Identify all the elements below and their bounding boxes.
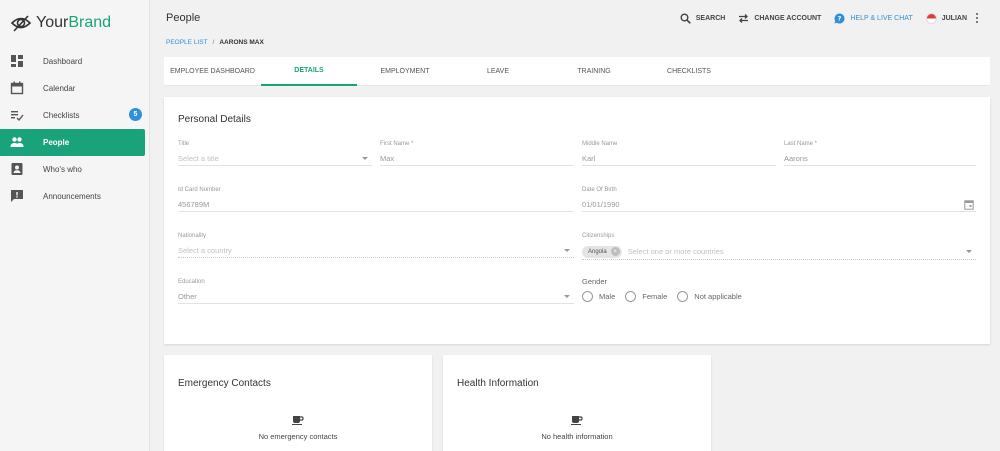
people-icon	[10, 137, 24, 147]
education-select[interactable]: Education Other	[178, 279, 574, 304]
first-name-field[interactable]: First Name * Max	[380, 141, 574, 166]
health-information-title: Health Information	[457, 378, 539, 389]
date-of-birth-field[interactable]: Date Of Birth 01/01/1990	[582, 187, 976, 212]
title-select[interactable]: Title Select a title	[178, 141, 372, 166]
tab-checklists[interactable]: CHECKLISTS	[645, 57, 733, 86]
personal-details-card: Personal Details Title Select a title Fi…	[164, 97, 990, 344]
remove-chip-icon[interactable]: ×	[610, 247, 620, 256]
change-account-button[interactable]: CHANGE ACCOUNT	[738, 13, 821, 24]
emergency-contacts-card: Emergency Contacts No emergency contacts	[164, 355, 432, 451]
sidebar-item-checklists[interactable]: Checklists 5	[0, 102, 150, 129]
radio-icon	[677, 291, 689, 302]
search-button[interactable]: SEARCH	[680, 13, 725, 24]
brand-name: YourBrand	[36, 14, 112, 31]
sidebar-item-whos-who[interactable]: Who's who	[0, 156, 150, 183]
checklists-count-badge: 5	[129, 108, 142, 121]
citizenship-chip: Angola ×	[582, 245, 622, 258]
emergency-contacts-empty-state: No emergency contacts	[164, 415, 432, 441]
coffee-cup-icon	[571, 416, 583, 425]
contact-card-icon	[11, 163, 23, 175]
sidebar-item-label: Who's who	[43, 165, 82, 174]
tab-bar: EMPLOYEE DASHBOARD DETAILS EMPLOYMENT LE…	[164, 57, 990, 86]
radio-icon	[582, 291, 593, 302]
calendar-icon[interactable]	[964, 199, 974, 210]
tab-leave[interactable]: LEAVE	[453, 57, 543, 86]
gender-not-applicable-radio[interactable]: Not applicable	[677, 291, 742, 302]
gender-female-radio[interactable]: Female	[625, 291, 667, 302]
search-icon	[680, 13, 691, 24]
gender-radio-group: Gender Male Female Not applicable	[582, 277, 976, 302]
chevron-down-icon	[362, 157, 368, 160]
flag-icon	[925, 12, 937, 24]
citizenships-select[interactable]: Citizenships Angola × Select one or more …	[582, 233, 976, 260]
brand-eye-icon	[10, 15, 32, 32]
radio-icon	[625, 291, 637, 302]
nationality-select[interactable]: Nationality Select a country	[178, 233, 574, 258]
health-information-card: Health Information No health information	[443, 355, 711, 451]
top-actions: SEARCH CHANGE ACCOUNT ? HELP & LIVE CHAT…	[667, 10, 980, 26]
help-icon: ?	[834, 12, 845, 23]
sidebar-item-label: Calendar	[43, 84, 76, 93]
breadcrumb: PEOPLE LIST / AARONS MAX	[166, 39, 264, 46]
coffee-cup-icon	[292, 416, 304, 425]
breadcrumb-separator: /	[212, 39, 215, 46]
sidebar-item-calendar[interactable]: Calendar	[0, 75, 150, 102]
swap-icon	[739, 13, 749, 23]
chevron-down-icon	[564, 295, 570, 298]
sidebar-item-label: People	[43, 138, 70, 147]
breadcrumb-current: AARONS MAX	[219, 39, 264, 46]
sidebar-item-label: Checklists	[43, 111, 80, 120]
svg-text:?: ?	[838, 14, 842, 22]
personal-details-title: Personal Details	[178, 114, 251, 125]
gender-male-radio[interactable]: Male	[582, 291, 615, 302]
breadcrumb-people-list-link[interactable]: PEOPLE LIST	[166, 39, 208, 46]
help-live-chat-button[interactable]: ? HELP & LIVE CHAT	[834, 12, 913, 24]
tab-employment[interactable]: EMPLOYMENT	[357, 57, 453, 86]
id-card-number-field[interactable]: Id Card Number 456789M	[178, 187, 574, 212]
calendar-icon	[10, 81, 24, 95]
tab-training[interactable]: TRAINING	[543, 57, 645, 86]
tab-employee-dashboard[interactable]: EMPLOYEE DASHBOARD	[164, 57, 261, 86]
chevron-down-icon	[564, 249, 570, 252]
user-menu-button[interactable]: JULIAN	[925, 12, 967, 24]
page-title: People	[166, 12, 201, 24]
chevron-down-icon	[966, 250, 972, 253]
sidebar-item-announcements[interactable]: Announcements	[0, 183, 150, 210]
sidebar-item-people[interactable]: People	[0, 129, 145, 156]
emergency-contacts-title: Emergency Contacts	[178, 378, 271, 389]
tab-details[interactable]: DETAILS	[261, 57, 357, 86]
announcement-icon	[11, 190, 23, 202]
brand-logo[interactable]: YourBrand	[10, 12, 111, 34]
checklist-icon	[11, 111, 24, 122]
middle-name-field[interactable]: Middle Name Karl	[582, 141, 776, 166]
gender-label: Gender	[582, 277, 608, 286]
sidebar: YourBrand Dashboard Calendar Checklists …	[0, 0, 150, 451]
sidebar-item-dashboard[interactable]: Dashboard	[0, 48, 150, 75]
sidebar-item-label: Dashboard	[43, 57, 83, 66]
more-vert-icon[interactable]	[976, 13, 980, 23]
sidebar-nav: Dashboard Calendar Checklists 5 People W…	[0, 48, 150, 210]
dashboard-icon	[11, 55, 23, 67]
sidebar-item-label: Announcements	[43, 192, 101, 201]
health-information-empty-state: No health information	[443, 415, 711, 441]
last-name-field[interactable]: Last Name * Aarons	[784, 141, 976, 166]
